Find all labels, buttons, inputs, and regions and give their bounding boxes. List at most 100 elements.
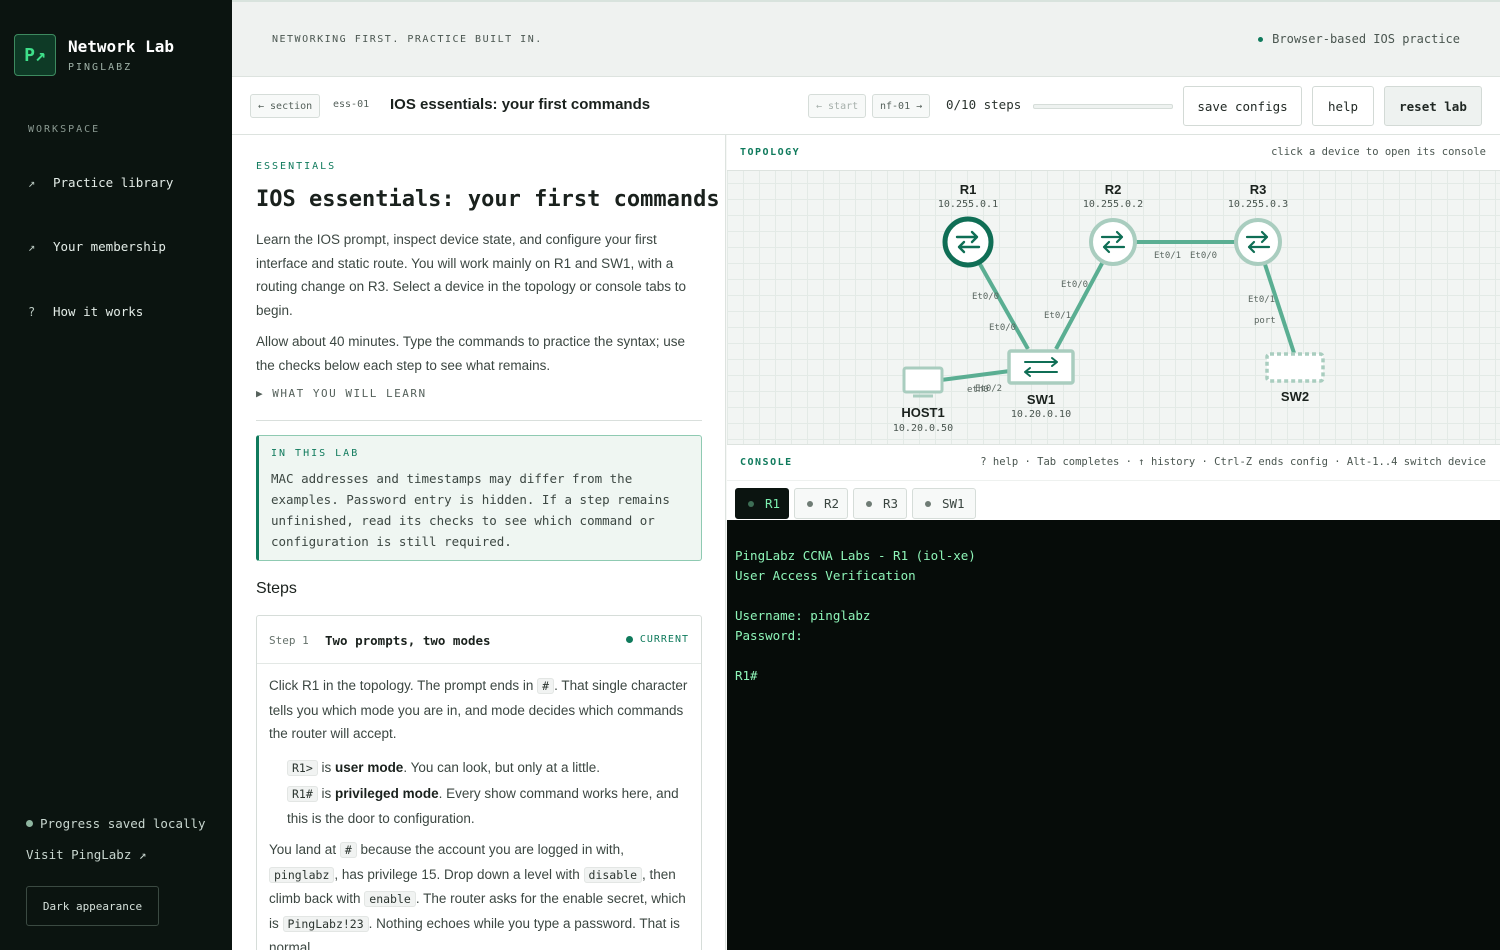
step-status-badge: CURRENT xyxy=(625,634,689,645)
port-label: Et0/1 xyxy=(1044,311,1071,321)
port-label: Et0/2 xyxy=(975,384,1002,394)
port-label: Et0/0 xyxy=(989,323,1016,333)
console-tab-r3[interactable]: R3 xyxy=(853,488,907,519)
host-icon xyxy=(902,366,944,394)
terminal-line: Password: xyxy=(735,628,803,643)
step-header[interactable]: Step 1 Two prompts, two modes CURRENT xyxy=(257,616,701,664)
console-shortcuts-hint: ? help · Tab completes · ↑ history · Ctr… xyxy=(980,456,1486,468)
brand-title: Network Lab xyxy=(68,37,174,56)
lab-title: IOS essentials: your first commands xyxy=(390,96,651,113)
duration-paragraph: Allow about 40 minutes. Type the command… xyxy=(256,334,685,373)
tagline: NETWORKING FIRST. PRACTICE BUILT IN. xyxy=(272,34,543,45)
tab-label: R1 xyxy=(765,496,781,511)
device-name: SW2 xyxy=(1281,389,1309,404)
reset-lab-button[interactable]: reset lab xyxy=(1384,86,1482,126)
port-label: Et0/1 xyxy=(1248,295,1275,305)
step-title: Two prompts, two modes xyxy=(325,633,491,648)
step-status-text: CURRENT xyxy=(639,634,689,645)
console-tab-r1[interactable]: R1 xyxy=(735,488,789,519)
tab-label: SW1 xyxy=(942,496,965,511)
device-ip: 10.255.0.2 xyxy=(1083,199,1143,210)
sidebar-item-label: Your membership xyxy=(53,239,166,254)
sidebar-item-membership[interactable]: ↗ Your membership xyxy=(28,239,166,254)
step-list-item: R1> is user mode. You can look, but only… xyxy=(287,756,693,781)
inline-code: enable xyxy=(364,891,416,907)
status-dot-icon xyxy=(925,500,931,507)
text: is xyxy=(317,786,336,801)
terminal-line: PingLabz CCNA Labs - R1 (iol-xe) xyxy=(735,548,976,563)
port-label: Et0/0 xyxy=(972,292,999,302)
emphasis: user mode xyxy=(335,760,404,775)
step-list-item: R1# is privileged mode. Every show comma… xyxy=(287,782,693,830)
arrow-up-right-icon: ↗ xyxy=(28,239,36,254)
progress-saved-note: Progress saved locally xyxy=(26,816,206,831)
steps-heading: Steps xyxy=(256,580,297,597)
console-tabs: R1 R2 R3 SW1 xyxy=(727,481,1500,520)
sidebar-item-how-it-works[interactable]: ? How it works xyxy=(28,304,143,319)
save-configs-button[interactable]: save configs xyxy=(1183,86,1302,126)
what-you-will-learn-toggle[interactable]: ▶ WHAT YOU WILL LEARN xyxy=(256,387,427,400)
terminal-line: Username: pinglabz xyxy=(735,608,871,623)
console-terminal[interactable]: PingLabz CCNA Labs - R1 (iol-xe) User Ac… xyxy=(727,520,1500,950)
device-r1[interactable]: R1 10.255.0.1 xyxy=(938,182,998,268)
topology-diagram: Et0/0 Et0/0 Et0/0 Et0/1 Et0/1 Et0/0 Et0/… xyxy=(893,182,1325,434)
in-this-lab-callout: IN THIS LAB MAC addresses and timestamps… xyxy=(256,435,702,561)
sidebar: P↗ Network Lab PINGLABZ WORKSPACE ↗ Prac… xyxy=(0,0,232,950)
lab-toolbar: ← section ess-01 IOS essentials: your fi… xyxy=(232,77,1500,135)
device-sw2[interactable]: SW2 xyxy=(1265,352,1325,404)
inline-code: PingLabz!23 xyxy=(282,915,369,932)
callout-text: MAC addresses and timestamps may differ … xyxy=(271,471,670,549)
device-name: SW1 xyxy=(1027,392,1055,407)
step-paragraph: You land at # because the account you ar… xyxy=(269,838,693,950)
brand-subtitle: PINGLABZ xyxy=(68,62,133,73)
page-title: IOS essentials: your first commands xyxy=(256,187,720,212)
device-name: HOST1 xyxy=(901,405,944,420)
device-ip: 10.20.0.50 xyxy=(893,423,953,434)
progress-note-text: Progress saved locally xyxy=(40,816,206,831)
switch-icon xyxy=(1007,349,1075,385)
text: is xyxy=(317,760,336,775)
inline-code: # xyxy=(537,678,555,694)
router-icon xyxy=(1234,218,1282,266)
tab-label: R2 xyxy=(824,496,840,511)
tab-label: R3 xyxy=(883,496,899,511)
console-tab-r2[interactable]: R2 xyxy=(794,488,848,519)
router-icon xyxy=(942,216,994,268)
help-button[interactable]: help xyxy=(1312,86,1374,126)
sidebar-item-practice-library[interactable]: ↗ Practice library xyxy=(28,175,173,190)
port-label: Et0/1 xyxy=(1154,251,1181,261)
topology-label: TOPOLOGY xyxy=(740,147,801,158)
console-tab-sw1[interactable]: SW1 xyxy=(912,488,976,519)
status-dot-icon xyxy=(1258,36,1264,42)
console-label: CONSOLE xyxy=(740,457,793,468)
topology-header: TOPOLOGY click a device to open its cons… xyxy=(727,135,1500,171)
topology-panel: Et0/0 Et0/0 Et0/0 Et0/1 Et0/1 Et0/0 Et0/… xyxy=(727,135,1500,445)
device-name: R3 xyxy=(1250,182,1267,197)
callout-label: IN THIS LAB xyxy=(271,448,360,459)
device-r3[interactable]: R3 10.255.0.3 xyxy=(1228,182,1288,266)
status-dot-icon xyxy=(866,500,872,507)
text: because the account you are logged in wi… xyxy=(356,842,624,857)
text: Click R1 in the topology. The prompt end… xyxy=(269,678,538,693)
status-dot-icon xyxy=(807,500,813,507)
dark-appearance-button[interactable]: Dark appearance xyxy=(26,886,159,926)
previous-lab-button[interactable]: ← start xyxy=(808,94,867,118)
sidebar-item-label: Practice library xyxy=(53,175,174,190)
sidebar-item-label: How it works xyxy=(53,304,144,319)
back-to-section-button[interactable]: ← section xyxy=(250,94,321,118)
port-label: Et0/0 xyxy=(1190,251,1217,261)
visit-pinglabz-link[interactable]: Visit PingLabz ↗ xyxy=(26,847,146,862)
device-sw1[interactable]: SW1 10.20.0.10 xyxy=(1007,349,1075,420)
brand[interactable]: P↗ Network Lab PINGLABZ xyxy=(14,34,174,76)
steps-progress-bar xyxy=(1033,104,1173,109)
step-number: Step 1 xyxy=(269,634,309,647)
switch-icon xyxy=(1265,352,1325,383)
next-lab-button[interactable]: nf-01 → xyxy=(872,94,931,118)
top-banner: NETWORKING FIRST. PRACTICE BUILT IN. Bro… xyxy=(232,0,1500,77)
status-dot-icon xyxy=(625,636,633,643)
terminal-prompt: R1# xyxy=(735,668,758,683)
divider xyxy=(256,420,702,421)
device-r2[interactable]: R2 10.255.0.2 xyxy=(1083,182,1143,266)
console-header: CONSOLE ? help · Tab completes · ↑ histo… xyxy=(727,445,1500,481)
arrow-up-right-icon: ↗ xyxy=(28,175,36,190)
